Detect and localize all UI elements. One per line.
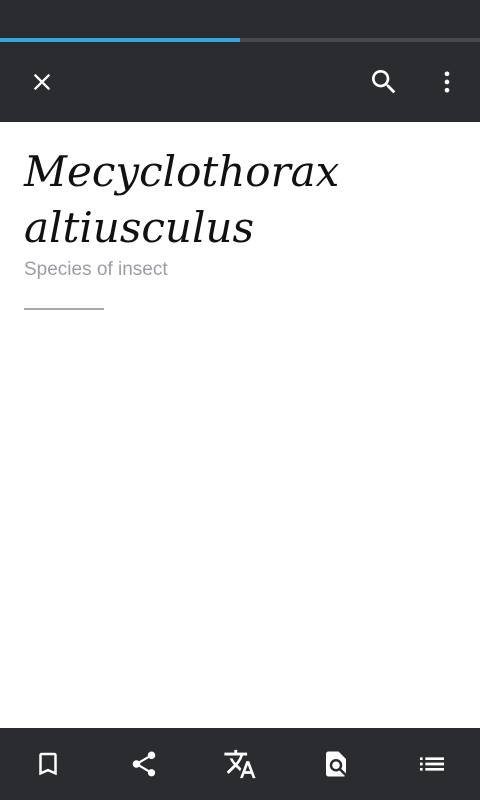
share-button[interactable] [120, 740, 168, 788]
bookmark-button[interactable] [24, 740, 72, 788]
bottom-action-bar [0, 728, 480, 800]
translate-button[interactable] [216, 740, 264, 788]
table-of-contents-button[interactable] [408, 740, 456, 788]
close-button[interactable] [18, 58, 66, 106]
close-icon [28, 68, 56, 96]
header-divider [24, 308, 104, 310]
bookmark-icon [33, 749, 63, 779]
find-in-page-icon [321, 749, 351, 779]
top-toolbar [0, 42, 480, 122]
share-icon [129, 749, 159, 779]
find-in-page-button[interactable] [312, 740, 360, 788]
search-button[interactable] [360, 58, 408, 106]
overflow-menu-button[interactable] [423, 58, 471, 106]
search-icon [368, 66, 400, 98]
translate-icon [223, 747, 257, 781]
article-description: Species of insect [24, 259, 168, 280]
overflow-menu-icon [433, 68, 461, 96]
article-content: Mecyclothorax altiusculus Species of ins… [0, 122, 480, 728]
article-screen: Mecyclothorax altiusculus Species of ins… [0, 0, 480, 800]
status-bar [0, 0, 480, 38]
article-title: Mecyclothorax altiusculus [24, 147, 340, 252]
table-of-contents-icon [416, 748, 448, 780]
